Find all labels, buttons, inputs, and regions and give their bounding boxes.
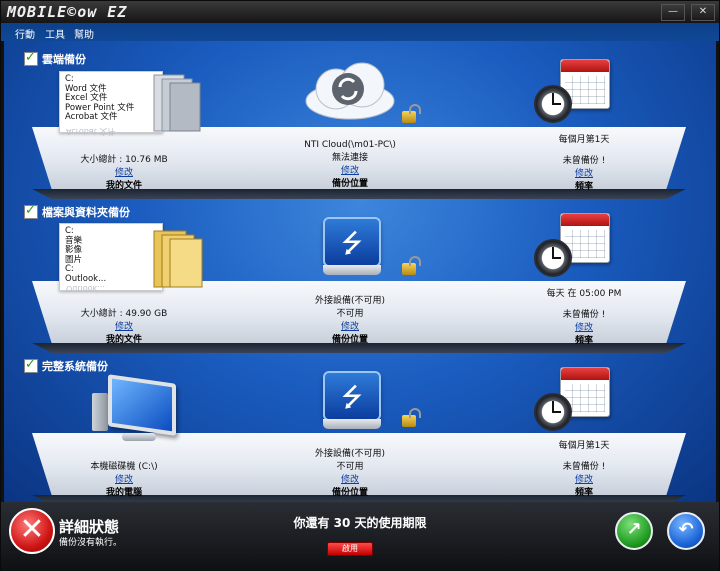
file-entry: Acrobat 文件 [65,112,118,122]
close-button[interactable]: ✕ [691,4,715,21]
status-subtitle: 備份沒有執行。 [59,538,123,548]
back-button[interactable]: ↶ [667,512,705,550]
activate-button[interactable]: 啟用 [327,542,373,556]
usb-drive-icon: ⭍ [323,371,381,429]
backup-now-button[interactable]: ↗ [615,512,653,550]
schedule-text: 每天 在 05:00 PM [546,289,622,299]
section-title: 雲端備份 [42,53,86,66]
destination-column: 外接設備(不可用) 不可用 修改 備份位置 [274,446,426,498]
schedule-text: 每個月第1天 [558,441,610,451]
schedule-status: 未曾備份 ! [562,462,606,472]
monitor-stand [122,433,156,441]
clock-icon [534,239,572,277]
destination-name: NTI Cloud(\m01-PC\) [304,140,396,150]
cloud-icon [305,62,395,120]
destination-status: 不可用 [336,462,364,472]
source-label: 我的電腦 [105,488,142,498]
source-edit-link[interactable]: 修改 [44,472,204,485]
backup-panel: 雲端備份 C: Word 文件 Excel 文件 Power Point 文件 … [4,41,716,502]
destination-status: 無法連接 [331,153,368,163]
destination-name: 外接設備(不可用) [314,449,386,459]
source-size: 大小總計 : 10.76 MB [80,155,168,165]
destination-edit-link[interactable]: 修改 [274,163,426,176]
destination-edit-link[interactable]: 修改 [274,472,426,485]
schedule-column: 每天 在 05:00 PM 未曾備份 ! 修改 頻率 [514,286,654,346]
lock-icon [402,111,416,123]
destination-label: 備份位置 [331,335,368,345]
section-title: 完整系統備份 [42,360,108,373]
file-stack-icon [153,74,201,132]
title-bar: MOBILE©ow EZ — ✕ [1,1,719,23]
file-reflection: Outlook... [66,284,105,293]
status-bar: ✕ 詳細狀態 備份沒有執行。 你還有 30 天的使用期限 啟用 ↗ ↶ [1,502,719,571]
pc-tower-icon [92,393,108,431]
destination-status: 不可用 [336,309,364,319]
cloud-backup-checkbox[interactable] [24,50,38,66]
destination-label: 備份位置 [331,488,368,498]
destination-edit-link[interactable]: 修改 [274,319,426,332]
monitor-icon [108,374,176,436]
source-column: 本機磁碟機 (C:\) 修改 我的電腦 [44,459,204,498]
source-label: 我的文件 [105,335,142,345]
minimize-button[interactable]: — [661,4,685,21]
trial-text: 你還有 30 天的使用期限 [293,516,427,530]
section-header-cloud[interactable]: 雲端備份 [24,50,86,67]
lock-icon [402,263,416,275]
schedule-edit-link[interactable]: 修改 [514,166,654,179]
destination-label: 備份位置 [331,179,368,189]
file-reflection: Acrobat 文件 [66,127,116,136]
schedule-column: 每個月第1天 未曾備份 ! 修改 頻率 [514,132,654,192]
clock-icon [534,393,572,431]
folder-stack-icon [153,230,203,288]
menu-help[interactable]: 幫助 [74,26,94,41]
files-backup-checkbox[interactable] [24,203,38,219]
section-header-system[interactable]: 完整系統備份 [24,357,108,374]
source-edit-link[interactable]: 修改 [44,165,204,178]
schedule-label: 頻率 [574,336,593,346]
destination-name: 外接設備(不可用) [314,296,386,306]
schedule-status: 未曾備份 ! [562,310,606,320]
schedule-edit-link[interactable]: 修改 [514,472,654,485]
file-entry: 圖片 [65,254,83,265]
app-window: MOBILE©ow EZ — ✕ 行動 工具 幫助 雲端備份 C: Word 文… [0,0,720,571]
destination-column: 外接設備(不可用) 不可用 修改 備份位置 [274,293,426,345]
file-list-card[interactable]: C: Word 文件 Excel 文件 Power Point 文件 Acrob… [59,71,163,133]
source-column: 大小總計 : 10.76 MB 修改 我的文件 [44,152,204,191]
source-column: 大小總計 : 49.90 GB 修改 我的文件 [44,306,204,345]
window-controls: — ✕ [661,4,715,21]
system-backup-checkbox[interactable] [24,357,38,373]
section-header-files[interactable]: 檔案與資料夾備份 [24,203,130,220]
lock-icon [402,415,416,427]
source-size: 本機磁碟機 (C:\) [90,462,158,472]
app-logo: MOBILE©ow EZ [7,3,128,21]
source-edit-link[interactable]: 修改 [44,319,204,332]
destination-column: NTI Cloud(\m01-PC\) 無法連接 修改 備份位置 [274,140,426,189]
clock-icon [534,85,572,123]
menu-bar: 行動 工具 幫助 [1,23,719,41]
menu-action[interactable]: 行動 [15,26,35,41]
schedule-status: 未曾備份 ! [562,156,606,166]
menu-tools[interactable]: 工具 [45,26,65,41]
schedule-label: 頻率 [574,488,593,498]
usb-drive-icon: ⭍ [323,217,381,275]
source-label: 我的文件 [105,181,142,191]
schedule-label: 頻率 [574,182,593,192]
file-list-card[interactable]: C: 音樂 影像 圖片 C: Outlook... [59,223,163,291]
source-size: 大小總計 : 49.90 GB [80,309,168,319]
schedule-edit-link[interactable]: 修改 [514,320,654,333]
schedule-text: 每個月第1天 [558,135,610,145]
section-title: 檔案與資料夾備份 [42,206,130,219]
file-entry: Outlook... [65,273,107,284]
schedule-column: 每個月第1天 未曾備份 ! 修改 頻率 [514,438,654,498]
